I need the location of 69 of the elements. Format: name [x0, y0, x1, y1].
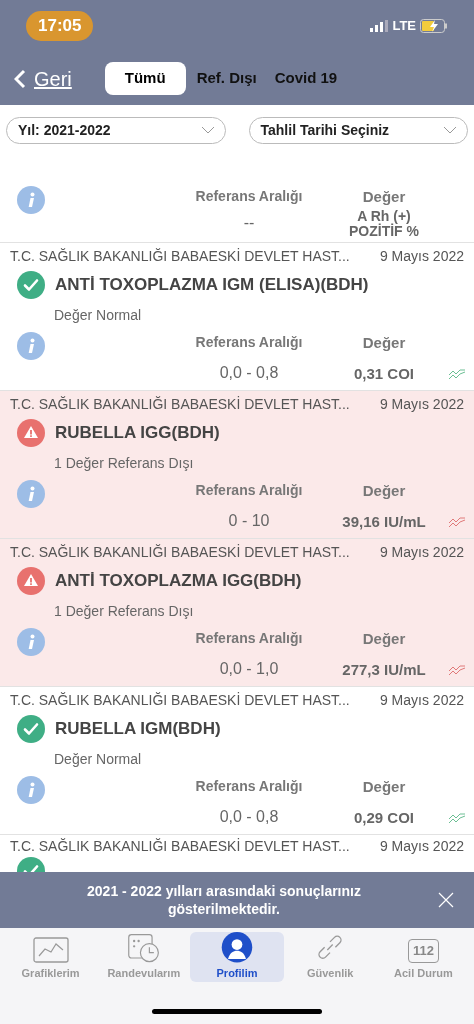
status-note: 1 Değer Referans Dışı	[53, 602, 194, 621]
hospital-name: T.C. SAĞLIK BAKANLIĞI BABAESKİ DEVLET HAST...	[10, 394, 351, 414]
back-chevron-icon	[14, 68, 26, 89]
status-note: Değer Normal	[53, 750, 142, 769]
hospital-name: T.C. SAĞLIK BAKANLIĞI BABAESKİ DEVLET HAST...	[10, 246, 351, 266]
result-value: 0,31 COI	[354, 363, 414, 384]
chevron-down-icon	[200, 126, 215, 134]
reference-range-label: Referans Aralığı	[195, 333, 303, 352]
value-label: Değer	[362, 333, 406, 353]
value-label: Değer	[362, 187, 406, 207]
result-value: A Rh (+) POZİTİF %	[348, 208, 420, 239]
trend-icon[interactable]	[448, 367, 466, 381]
reference-range: 0 - 10	[228, 511, 270, 531]
trend-icon[interactable]	[448, 515, 466, 529]
hospital-name: T.C. SAĞLIK BAKANLIĞI BABAESKİ DEVLET HAST...	[10, 690, 351, 710]
reference-range-label: Referans Aralığı	[195, 481, 303, 500]
result-date: 9 Mayıs 2022	[379, 837, 464, 856]
profile-icon	[220, 932, 254, 963]
emergency-number-icon: 112	[407, 938, 439, 963]
test-title: RUBELLA IGG(BDH)	[55, 422, 220, 445]
battery-icon	[420, 19, 448, 33]
result-date: 9 Mayıs 2022	[379, 394, 464, 414]
reference-range: 0,0 - 1,0	[219, 659, 279, 679]
result-value: 277,3 IU/mL	[342, 659, 426, 680]
calendar-clock-icon	[125, 932, 162, 963]
filter-tab[interactable]: Tümü	[104, 62, 186, 95]
info-icon[interactable]	[17, 628, 45, 656]
test-title: ANTİ TOXOPLAZMA IGG(BDH)	[55, 570, 302, 593]
filter-tab[interactable]: Ref. Dışı	[189, 62, 264, 95]
info-icon[interactable]	[17, 776, 45, 804]
reference-range: --	[243, 213, 255, 233]
dropdown-value: Tahlil Tarihi Seçiniz	[260, 120, 391, 140]
back-button[interactable]: Geri	[14, 63, 72, 94]
value-label: Değer	[362, 481, 406, 501]
reference-range-label: Referans Aralığı	[195, 777, 303, 796]
result-card[interactable]: T.C. SAĞLIK BAKANLIĞI BABAESKİ DEVLET HAST... 9 Mayıs 2022 ANTİ TOXOPLAZMA IGG(BDH) 1 Değer Referans Dışı Referans Aralığı 0,0 - 1,0 Değer 277,3 IU/mL	[0, 539, 474, 687]
reference-range-label: Referans Aralığı	[195, 629, 303, 648]
value-label: Değer	[362, 777, 406, 797]
result-value: 39,16 IU/mL	[342, 511, 426, 532]
hospital-name: T.C. SAĞLIK BAKANLIĞI BABAESKİ DEVLET HAST...	[10, 837, 351, 856]
info-icon[interactable]	[17, 186, 45, 214]
result-date: 9 Mayıs 2022	[379, 542, 464, 562]
reference-range-label: Referans Aralığı	[195, 187, 303, 206]
reference-range: 0,0 - 0,8	[219, 363, 279, 383]
toast-message: 2021 - 2022 yılları arasındaki sonuçlarınız gösterilmektedir.	[86, 882, 362, 918]
status-note: Değer Normal	[53, 306, 142, 325]
filter-tab[interactable]: Covid 19	[267, 62, 345, 95]
status-note: 1 Değer Referans Dışı	[53, 454, 194, 473]
info-icon[interactable]	[17, 332, 45, 360]
test-title: ANTİ TOXOPLAZMA IGM (ELISA)(BDH)	[55, 274, 369, 297]
info-icon[interactable]	[17, 480, 45, 508]
dropdown-value: Yıl: 2021-2022	[18, 120, 112, 140]
chart-icon	[32, 936, 69, 963]
clock-time: 17:05	[26, 11, 94, 41]
result-date: 9 Mayıs 2022	[379, 690, 464, 710]
result-date: 9 Mayıs 2022	[379, 246, 464, 266]
result-value: 0,29 COI	[354, 807, 414, 828]
result-card[interactable]: T.C. SAĞLIK BAKANLIĞI BABAESKİ DEVLET HAST... 9 Mayıs 2022 RUBELLA IGG(BDH) 1 Değer Referans Dışı Referans Aralığı 0 - 10 Değer 39,16 IU/mL	[0, 391, 474, 539]
trend-icon[interactable]	[448, 663, 466, 677]
chevron-down-icon	[443, 126, 457, 134]
trend-icon[interactable]	[448, 811, 466, 825]
tab-bar-item[interactable]: Profilim	[190, 932, 284, 982]
test-title: RUBELLA IGM(BDH)	[55, 718, 221, 741]
hospital-name: T.C. SAĞLIK BAKANLIĞI BABAESKİ DEVLET HAST...	[10, 542, 351, 562]
close-icon[interactable]	[438, 892, 454, 908]
reference-range: 0,0 - 0,8	[219, 807, 279, 827]
signal-icon	[370, 20, 389, 32]
network-type: LTE	[392, 17, 416, 36]
value-label: Değer	[362, 629, 406, 649]
